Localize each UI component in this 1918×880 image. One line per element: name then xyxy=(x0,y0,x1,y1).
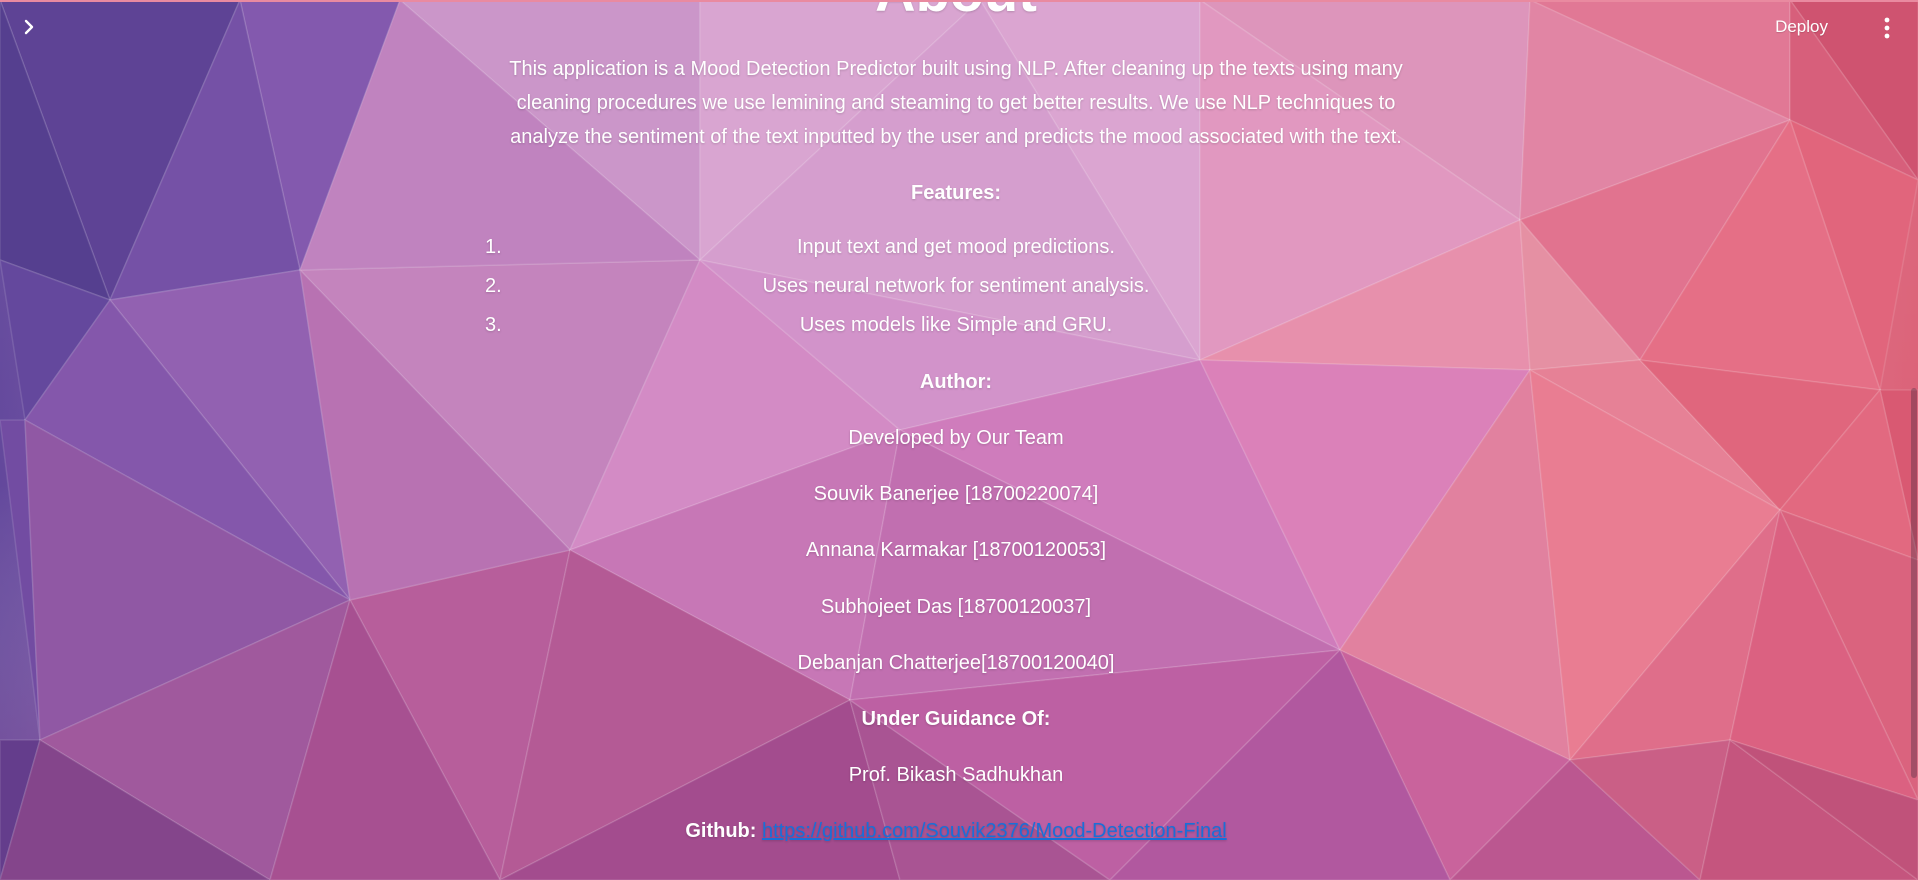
github-label: Github: xyxy=(685,820,757,842)
chevron-right-icon xyxy=(22,19,36,40)
guide-name: Prof. Bikash Sadhukhan xyxy=(848,764,1064,786)
list-item: 1. Input text and get mood predictions. xyxy=(480,233,1432,272)
github-link[interactable]: https://github.com/Souvik2376/Mood-Detec… xyxy=(762,820,1227,842)
features-heading: Features: xyxy=(910,182,1002,204)
team-member: Annana Karmakar [18700120053] xyxy=(805,539,1107,561)
list-item: 3. Uses models like Simple and GRU. xyxy=(480,311,1432,350)
team-member: Debanjan Chatterjee[18700120040] xyxy=(797,652,1115,674)
app-description: This application is a Mood Detection Pre… xyxy=(509,58,1403,148)
list-item-number: 1. xyxy=(485,236,502,258)
list-item-text: Uses models like Simple and GRU. xyxy=(799,314,1113,336)
sidebar-toggle-button[interactable] xyxy=(16,16,42,42)
list-item-number: 2. xyxy=(485,275,502,297)
vertical-ellipsis-icon xyxy=(1884,17,1890,44)
team-member: Subhojeet Das [18700120037] xyxy=(820,596,1092,618)
scrollbar-thumb[interactable] xyxy=(1911,388,1917,778)
list-item-text: Input text and get mood predictions. xyxy=(797,236,1115,258)
team-member: Souvik Banerjee [18700220074] xyxy=(813,483,1099,505)
features-list: 1. Input text and get mood predictions. … xyxy=(480,233,1432,350)
github-line: Github: https://github.com/Souvik2376/Mo… xyxy=(480,817,1432,845)
guidance-heading: Under Guidance Of: xyxy=(861,708,1051,730)
list-item-text: Uses neural network for sentiment analys… xyxy=(762,275,1150,297)
main-menu-button[interactable] xyxy=(1874,16,1900,44)
app-header: Deploy xyxy=(0,0,1918,60)
developed-by-text: Developed by Our Team xyxy=(848,427,1064,449)
deploy-button[interactable]: Deploy xyxy=(1775,17,1828,37)
list-item-number: 3. xyxy=(485,314,502,336)
list-item: 2. Uses neural network for sentiment ana… xyxy=(480,272,1432,311)
author-heading: Author: xyxy=(919,371,993,393)
